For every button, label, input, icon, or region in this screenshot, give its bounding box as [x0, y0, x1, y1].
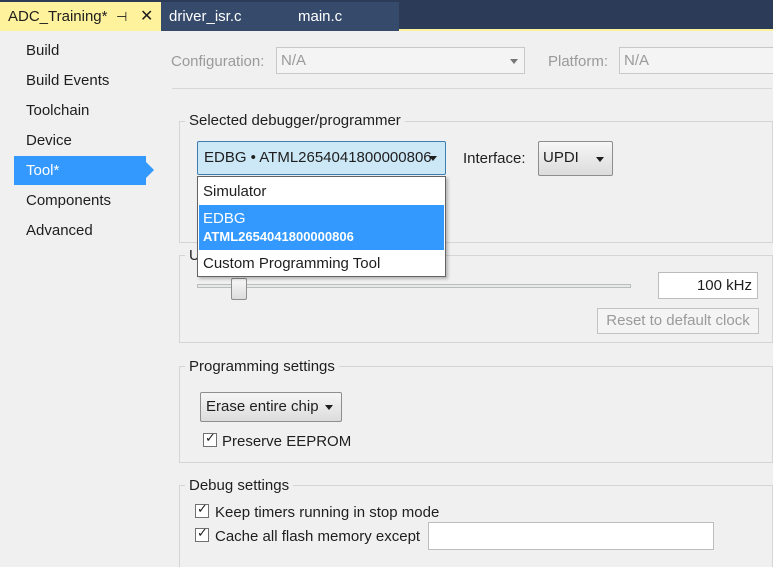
tab-label: main.c: [298, 8, 343, 25]
chevron-down-icon: [596, 157, 604, 162]
debugger-dropdown-list: Simulator EDBG ATML2654041800000806 Cust…: [197, 176, 446, 277]
reset-clock-button: Reset to default clock: [597, 308, 759, 334]
preserve-eeprom-checkbox[interactable]: [203, 431, 217, 447]
nav-item-toolchain[interactable]: Toolchain: [14, 97, 146, 125]
programming-group-title: Programming settings: [185, 358, 339, 375]
debugger-group-title: Selected debugger/programmer: [185, 112, 405, 129]
platform-label: Platform:: [548, 53, 609, 70]
debugger-value: EDBG • ATML2654041800000806: [204, 149, 432, 166]
nav-item-components[interactable]: Components: [14, 187, 146, 215]
cache-flash-checkbox[interactable]: [195, 526, 209, 542]
close-icon[interactable]: ✕: [140, 6, 153, 26]
cache-flash-except-input[interactable]: [428, 522, 714, 550]
tab-driver-isr[interactable]: driver_isr.c: [161, 2, 281, 31]
selection-arrow: [146, 162, 154, 178]
platform-select: N/A: [619, 47, 773, 74]
option-label: Simulator: [203, 183, 267, 200]
clock-value-input[interactable]: 100 kHz: [658, 272, 758, 299]
pin-icon[interactable]: ⊣: [116, 9, 127, 25]
clock-slider-track[interactable]: [197, 284, 631, 288]
tab-label: driver_isr.c: [169, 8, 242, 25]
chevron-down-icon: [429, 156, 437, 161]
keep-timers-label: Keep timers running in stop mode: [215, 504, 440, 521]
configuration-value: N/A: [281, 52, 307, 69]
clock-slider-thumb[interactable]: [231, 278, 247, 300]
configuration-label: Configuration:: [171, 53, 265, 70]
nav-item-tool[interactable]: Tool*: [14, 156, 146, 185]
dropdown-option-simulator[interactable]: Simulator: [199, 178, 444, 205]
nav-item-device[interactable]: Device: [14, 127, 146, 155]
option-label: Custom Programming Tool: [203, 255, 381, 272]
cache-flash-label: Cache all flash memory except: [215, 528, 421, 545]
option-label: EDBG: [203, 210, 246, 227]
dropdown-option-custom-tool[interactable]: Custom Programming Tool: [199, 251, 444, 276]
keep-timers-checkbox[interactable]: [195, 502, 209, 518]
platform-value: N/A: [624, 52, 650, 69]
erase-mode-value: Erase entire chip: [206, 398, 319, 415]
nav-item-advanced[interactable]: Advanced: [14, 217, 146, 245]
configuration-select: N/A: [276, 47, 525, 74]
debug-group-title: Debug settings: [185, 477, 294, 494]
divider: [172, 88, 772, 89]
erase-mode-select[interactable]: Erase entire chip: [200, 392, 342, 422]
dropdown-option-edbg[interactable]: EDBG ATML2654041800000806: [199, 205, 444, 250]
chevron-down-icon: [325, 405, 333, 410]
debugger-select[interactable]: EDBG • ATML2654041800000806: [197, 141, 446, 175]
interface-label: Interface:: [463, 150, 526, 167]
nav-item-build-events[interactable]: Build Events: [14, 67, 146, 95]
chevron-down-icon: [510, 59, 518, 64]
tab-label: ADC_Training*: [8, 8, 108, 25]
interface-select[interactable]: UPDI: [538, 141, 613, 176]
preserve-eeprom-label: Preserve EEPROM: [222, 433, 352, 450]
nav-item-build[interactable]: Build: [14, 37, 146, 65]
tab-adc-training[interactable]: ADC_Training* ⊣ ✕: [0, 2, 161, 31]
interface-value: UPDI: [543, 149, 579, 166]
option-sublabel: ATML2654041800000806: [203, 229, 354, 244]
tab-main-c[interactable]: main.c: [281, 2, 399, 31]
